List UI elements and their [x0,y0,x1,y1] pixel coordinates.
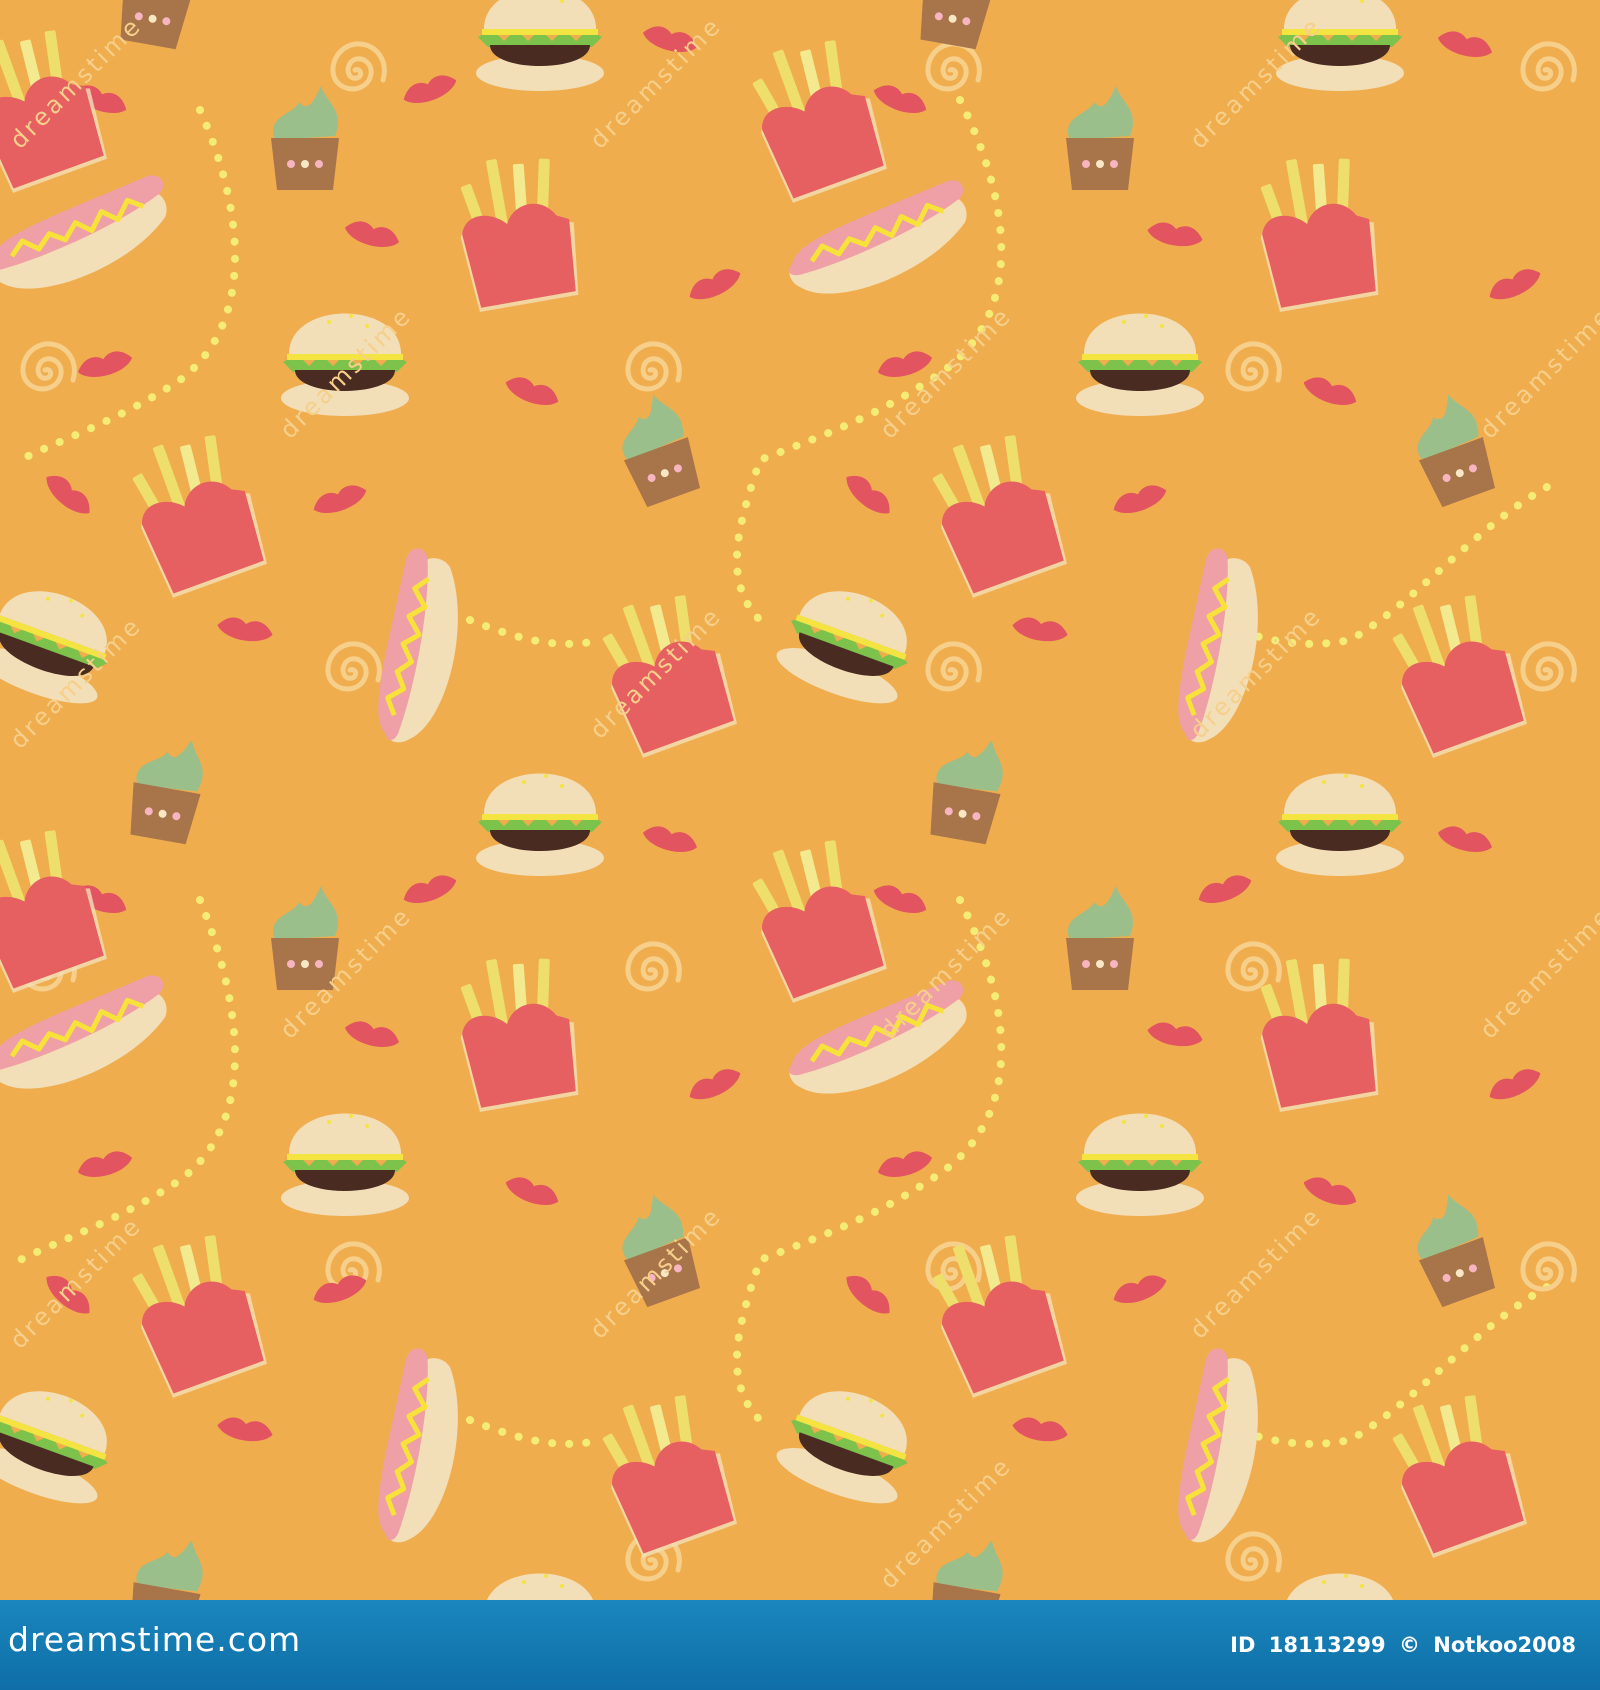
food-pattern-svg: dreamstime dreamstime dreamstime dreamst… [0,0,1600,1600]
image-id-credit: ID 18113299 © Notkoo2008 [1224,1633,1576,1657]
id-label: ID [1230,1633,1256,1657]
author-name: Notkoo2008 [1433,1633,1576,1657]
id-number: 18113299 [1268,1633,1386,1657]
copyright-symbol: © [1398,1633,1420,1657]
site-url-label: dreamstime.com [8,1620,302,1659]
stock-image: dreamstime dreamstime dreamstime dreamst… [0,0,1600,1690]
footer-bar: dreamstime.com ID 18113299 © Notkoo2008 [0,1600,1600,1690]
food-pattern-illustration: dreamstime dreamstime dreamstime dreamst… [0,0,1600,1600]
